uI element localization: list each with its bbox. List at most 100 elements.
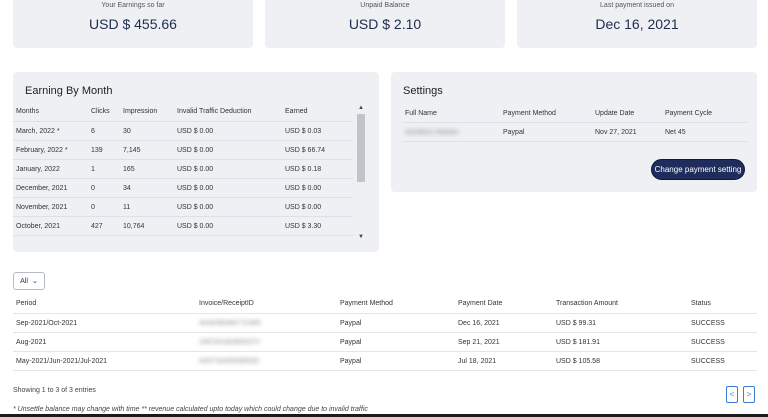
cell-month: October, 2021	[16, 222, 60, 230]
cell-invalid-traffic: USD $ 0.00	[177, 165, 214, 173]
chevron-down-icon: ⌄	[31, 278, 38, 285]
cell-period: Aug-2021	[16, 338, 47, 346]
cell-period: May-2021/Jun-2021/Jul-2021	[16, 357, 108, 365]
footnote: * Unsettle balance may change with time …	[13, 406, 368, 413]
cell-clicks: 427	[91, 222, 103, 230]
cell-status: SUCCESS	[691, 319, 725, 327]
table-row: October, 2021 427 10,764 USD $ 0.00 USD …	[13, 217, 353, 236]
cell-month: December, 2021	[16, 184, 68, 192]
entries-info: Showing 1 to 3 of 3 entries	[13, 387, 96, 394]
scroll-down-arrow-icon[interactable]: ▼	[356, 233, 366, 241]
cell-invalid-traffic: USD $ 0.00	[177, 184, 214, 192]
table-row: Aug-2021 1MC5H1B2B0037V Paypal Sep 21, 2…	[13, 333, 757, 352]
earnings-value: USD $ 455.66	[89, 16, 177, 32]
col-invalid-traffic: Invalid Traffic Deduction	[177, 108, 252, 115]
cell-clicks: 0	[91, 203, 95, 211]
table-row: December, 2021 0 34 USD $ 0.00 USD $ 0.0…	[13, 179, 353, 198]
table-row: March, 2022 * 6 30 USD $ 0.00 USD $ 0.03	[13, 122, 353, 141]
cell-month: February, 2022 *	[16, 146, 68, 154]
payments-table: Period Invoice/ReceiptID Payment Method …	[13, 294, 757, 371]
cell-month: November, 2021	[16, 203, 68, 211]
table-header: Full Name Payment Method Update Date Pay…	[402, 104, 747, 123]
cell-clicks: 0	[91, 184, 95, 192]
cell-impression: 30	[123, 127, 131, 135]
col-full-name: Full Name	[405, 109, 437, 117]
scroll-thumb[interactable]	[357, 114, 365, 182]
cell-status: SUCCESS	[691, 338, 725, 346]
cell-period: Sep-2021/Oct-2021	[16, 319, 78, 327]
cell-payment-date: Jul 18, 2021	[458, 357, 497, 365]
cell-earned: USD $ 3.30	[285, 222, 322, 230]
cell-earned: USD $ 0.03	[285, 127, 322, 135]
table-row: Ayotilbun Abalam Paypal Nov 27, 2021 Net…	[402, 123, 747, 142]
cell-invalid-traffic: USD $ 0.00	[177, 203, 214, 211]
cell-payment-date: Dec 16, 2021	[458, 319, 500, 327]
col-invoice[interactable]: Invoice/ReceiptID	[199, 300, 340, 307]
cell-impression: 34	[123, 184, 131, 192]
cell-earned: USD $ 66.74	[285, 146, 326, 154]
cell-clicks: 139	[91, 146, 103, 154]
col-impression: Impression	[123, 108, 158, 115]
col-payment-method: Payment Method	[503, 109, 556, 117]
cell-payment-method: Paypal	[340, 338, 362, 346]
cell-earned: USD $ 0.18	[285, 165, 322, 173]
cell-payment-method: Paypal	[340, 319, 362, 327]
cell-payment-date: Sep 21, 2021	[458, 338, 500, 346]
scroll-up-arrow-icon[interactable]: ▲	[356, 104, 366, 112]
cell-month: January, 2022	[16, 165, 60, 173]
settings-title: Settings	[403, 85, 443, 97]
last-payment-card: Last payment issued on Dec 16, 2021	[517, 0, 757, 48]
next-page-button[interactable]: >	[743, 386, 755, 403]
table-row: February, 2022 * 139 7,145 USD $ 0.00 US…	[13, 141, 353, 160]
cell-transaction-amount: USD $ 99.31	[556, 319, 597, 327]
cell-impression: 165	[123, 165, 135, 173]
change-payment-setting-button[interactable]: Change payment setting	[651, 159, 745, 180]
col-months: Months	[16, 108, 39, 115]
last-payment-value: Dec 16, 2021	[595, 16, 679, 32]
cell-clicks: 1	[91, 165, 95, 173]
unpaid-balance-label: Unpaid Balance	[360, 2, 410, 9]
entries-select-value: All	[20, 277, 28, 285]
settings-table: Full Name Payment Method Update Date Pay…	[402, 104, 747, 142]
table-row: November, 2021 0 11 USD $ 0.00 USD $ 0.0…	[13, 198, 353, 217]
cell-payment-method: Paypal	[340, 357, 362, 365]
cell-invoice: 1MC5H1B2B0037V	[199, 338, 261, 346]
earning-by-month-table[interactable]: Months Clicks Impression Invalid Traffic…	[13, 102, 353, 236]
cell-payment-method: Paypal	[503, 128, 525, 136]
table-row: January, 2022 1 165 USD $ 0.00 USD $ 0.1…	[13, 160, 353, 179]
table-header: Months Clicks Impression Invalid Traffic…	[13, 102, 353, 122]
table-row: Sep-2021/Oct-2021 4H4D9838877C665 Paypal…	[13, 314, 757, 333]
cell-invoice: 4H0734A5D0B5G0	[199, 357, 259, 365]
cell-earned: USD $ 0.00	[285, 184, 322, 192]
col-earned: Earned	[285, 108, 308, 115]
cell-month: March, 2022 *	[16, 127, 60, 135]
earnings-card: Your Earnings so far USD $ 455.66	[13, 0, 253, 48]
entries-select[interactable]: All ⌄	[13, 272, 45, 290]
col-clicks: Clicks	[91, 108, 110, 115]
col-period[interactable]: Period	[13, 300, 199, 307]
cell-impression: 7,145	[123, 146, 141, 154]
cell-update-date: Nov 27, 2021	[595, 128, 637, 136]
unpaid-balance-card: Unpaid Balance USD $ 2.10	[265, 0, 505, 48]
table-row: May-2021/Jun-2021/Jul-2021 4H0734A5D0B5G…	[13, 352, 757, 371]
col-payment-cycle: Payment Cycle	[665, 109, 713, 117]
col-status[interactable]: Status	[691, 300, 757, 307]
table-scrollbar[interactable]: ▲ ▼	[356, 104, 366, 241]
cell-invalid-traffic: USD $ 0.00	[177, 222, 214, 230]
cell-transaction-amount: USD $ 105.58	[556, 357, 600, 365]
previous-page-button[interactable]: <	[726, 386, 738, 403]
unpaid-balance-value: USD $ 2.10	[348, 16, 422, 32]
cell-transaction-amount: USD $ 181.91	[556, 338, 600, 346]
table-header: Period Invoice/ReceiptID Payment Method …	[13, 294, 757, 314]
cell-impression: 11	[123, 203, 131, 211]
col-transaction-amount[interactable]: Transaction Amount	[556, 300, 691, 307]
cell-earned: USD $ 0.00	[285, 203, 322, 211]
earnings-label: Your Earnings so far	[101, 2, 165, 9]
cell-impression: 10,764	[123, 222, 145, 230]
col-payment-method[interactable]: Payment Method	[340, 300, 458, 307]
cell-invoice: 4H4D9838877C665	[199, 319, 261, 327]
earning-by-month-title: Earning By Month	[25, 85, 113, 97]
cell-clicks: 6	[91, 127, 95, 135]
col-payment-date[interactable]: Payment Date	[458, 300, 556, 307]
cell-invalid-traffic: USD $ 0.00	[177, 146, 214, 154]
